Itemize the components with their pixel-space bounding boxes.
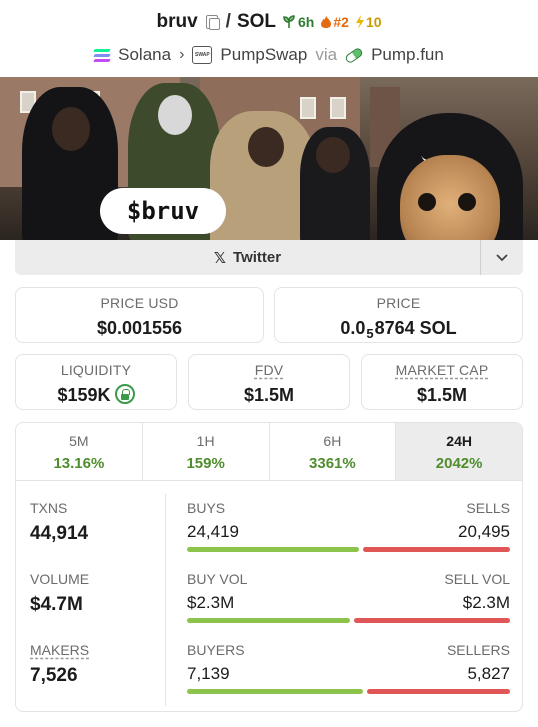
- buy-vol-value: $2.3M: [187, 593, 235, 612]
- divider: [165, 494, 166, 706]
- sell-share-bar: [366, 689, 510, 694]
- stats-panel: 5M 13.16% 1H 159% 6H 3361% 24H 2042% TXN…: [15, 422, 523, 712]
- market-cap-card: MARKET CAP $1.5M: [361, 354, 523, 410]
- buyers-label: BUYERS: [187, 642, 245, 658]
- tab-label: 6H: [323, 433, 342, 449]
- volume-label: VOLUME: [30, 571, 90, 587]
- launchpad-link[interactable]: Pump.fun: [371, 45, 444, 65]
- market-cap-label[interactable]: MARKET CAP: [396, 362, 489, 378]
- breadcrumb: Solana › SWAP PumpSwap via Pump.fun: [0, 42, 538, 68]
- liquidity-card: LIQUIDITY $159K: [15, 354, 177, 410]
- makers-value: 7,526: [30, 665, 78, 686]
- liquidity-value: $159K: [57, 385, 111, 405]
- sell-share-bar: [363, 547, 510, 552]
- pumpswap-icon: SWAP: [192, 46, 213, 64]
- lock-icon[interactable]: [114, 384, 135, 405]
- boost-count[interactable]: 10: [355, 14, 382, 30]
- fire-icon: [321, 16, 332, 28]
- buys-value: 24,419: [187, 522, 239, 541]
- price-prefix: 0.0: [340, 318, 366, 338]
- twitter-button[interactable]: 𝕏 Twitter: [15, 240, 480, 275]
- price-change: 159%: [186, 455, 225, 472]
- chevron-right-icon: ›: [179, 46, 185, 63]
- tab-label: 1H: [196, 433, 215, 449]
- price-change: 13.16%: [53, 455, 105, 472]
- timeframe-tabs: 5M 13.16% 1H 159% 6H 3361% 24H 2042%: [16, 423, 522, 481]
- market-cap-value: $1.5M: [416, 385, 468, 405]
- trending-rank-value: #2: [333, 14, 349, 30]
- via-label: via: [315, 45, 338, 64]
- quote-symbol: SOL: [236, 11, 277, 32]
- sellers-value: 5,827: [467, 664, 510, 683]
- tab-1h[interactable]: 1H 159%: [143, 423, 270, 480]
- copy-icon[interactable]: [205, 15, 220, 30]
- tab-6h[interactable]: 6H 3361%: [270, 423, 397, 480]
- pair-header: bruv / SOL 6h #2 10 Solana › SWAP PumpSw…: [0, 8, 538, 68]
- txns-label: TXNS: [30, 500, 68, 516]
- dex-link[interactable]: PumpSwap: [220, 45, 307, 65]
- liquidity-label: LIQUIDITY: [60, 362, 132, 378]
- buyers-value: 7,139: [187, 664, 230, 683]
- chain-link[interactable]: Solana: [118, 45, 171, 65]
- tab-label: 24H: [446, 433, 472, 449]
- pumpfun-icon: [344, 46, 365, 64]
- price-digits: 8764 SOL: [374, 318, 457, 338]
- price-change: 3361%: [309, 455, 356, 472]
- fdv-card: FDV $1.5M: [188, 354, 350, 410]
- price-native-card: PRICE 0.058764 SOL: [274, 287, 523, 343]
- socials-bar: 𝕏 Twitter: [15, 240, 523, 275]
- token-banner-image: $bruv: [0, 77, 538, 240]
- buy-share-bar: [187, 547, 360, 552]
- price-usd-card: PRICE USD $0.001556: [15, 287, 264, 343]
- price-change: 2042%: [435, 455, 483, 472]
- pair-age: 6h: [282, 14, 314, 30]
- price-usd-value: $0.001556: [96, 318, 183, 338]
- lightning-icon: [355, 15, 364, 29]
- makers-bar: [187, 689, 510, 694]
- sprout-icon: [283, 15, 295, 28]
- solana-icon: [93, 48, 111, 62]
- buys-label: BUYS: [187, 500, 226, 516]
- socials-dropdown-button[interactable]: [481, 240, 523, 275]
- tab-5m[interactable]: 5M 13.16%: [16, 423, 143, 480]
- tab-24h[interactable]: 24H 2042%: [396, 423, 522, 480]
- pair-title-row: bruv / SOL 6h #2 10: [0, 8, 538, 36]
- x-logo-icon: 𝕏: [213, 249, 227, 267]
- token-tag: $bruv: [100, 188, 226, 234]
- volume-bar: [187, 618, 510, 623]
- tab-label: 5M: [69, 433, 89, 449]
- price-native-value: 0.058764 SOL: [275, 318, 522, 341]
- price-zero-count: 5: [366, 326, 374, 341]
- sell-share-bar: [353, 618, 510, 623]
- volume-value: $4.7M: [30, 594, 83, 615]
- fdv-label[interactable]: FDV: [255, 362, 284, 378]
- trending-rank[interactable]: #2: [320, 14, 349, 30]
- twitter-label: Twitter: [233, 249, 282, 266]
- fdv-value: $1.5M: [243, 385, 295, 405]
- sell-vol-value: $2.3M: [462, 593, 510, 612]
- makers-label[interactable]: MAKERS: [30, 642, 89, 658]
- buys-sells-bar: [187, 547, 510, 552]
- sells-value: 20,495: [458, 522, 510, 541]
- pair-age-value: 6h: [298, 14, 315, 30]
- boost-count-value: 10: [365, 14, 382, 30]
- token-symbol: bruv: [156, 11, 198, 32]
- price-native-label: PRICE: [376, 295, 421, 311]
- chevron-down-icon: [496, 253, 508, 261]
- buy-share-bar: [187, 618, 350, 623]
- sells-label: SELLS: [466, 500, 510, 516]
- price-usd-label: PRICE USD: [100, 295, 179, 311]
- sell-vol-label: SELL VOL: [444, 571, 510, 587]
- sellers-label: SELLERS: [446, 642, 510, 658]
- liquidity-value-row: $159K: [16, 384, 176, 406]
- pair-separator: /: [225, 11, 231, 32]
- buy-vol-label: BUY VOL: [187, 571, 248, 587]
- buy-share-bar: [187, 689, 363, 694]
- txns-value: 44,914: [30, 523, 89, 544]
